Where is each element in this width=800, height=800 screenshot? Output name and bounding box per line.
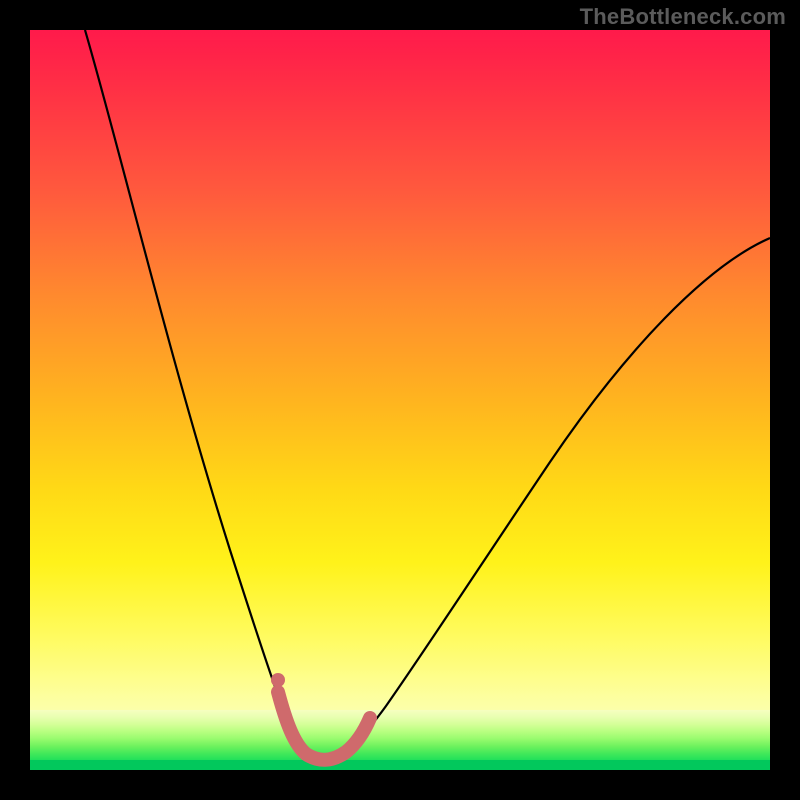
- plot-area: [30, 30, 770, 770]
- curve-svg: [30, 30, 770, 770]
- chart-frame: TheBottleneck.com: [0, 0, 800, 800]
- bottleneck-curve: [85, 30, 770, 762]
- highlight-dip: [278, 692, 370, 760]
- watermark-text: TheBottleneck.com: [580, 4, 786, 30]
- highlight-dot: [271, 673, 285, 687]
